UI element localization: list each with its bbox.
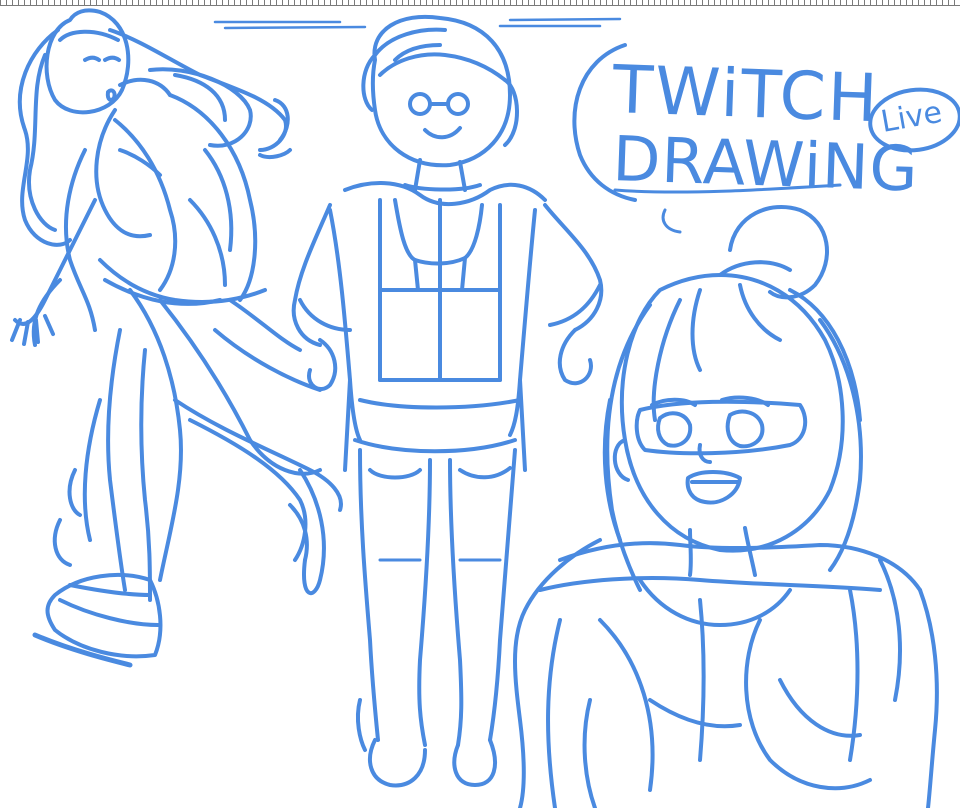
guide-line (213, 20, 367, 30)
drawing-canvas[interactable]: TWiTCH DRAWiNG Live (0, 0, 960, 808)
canvas-ruler (0, 0, 960, 5)
guide-line (498, 17, 622, 28)
live-badge-text: Live (878, 95, 944, 140)
title-line2: DRAWiNG (611, 122, 919, 206)
right-figure-sketch (513, 204, 939, 808)
sketch-layer: TWiTCH DRAWiNG Live (0, 0, 960, 808)
left-figure-sketch (10, 8, 343, 668)
center-figure-sketch (291, 14, 604, 788)
